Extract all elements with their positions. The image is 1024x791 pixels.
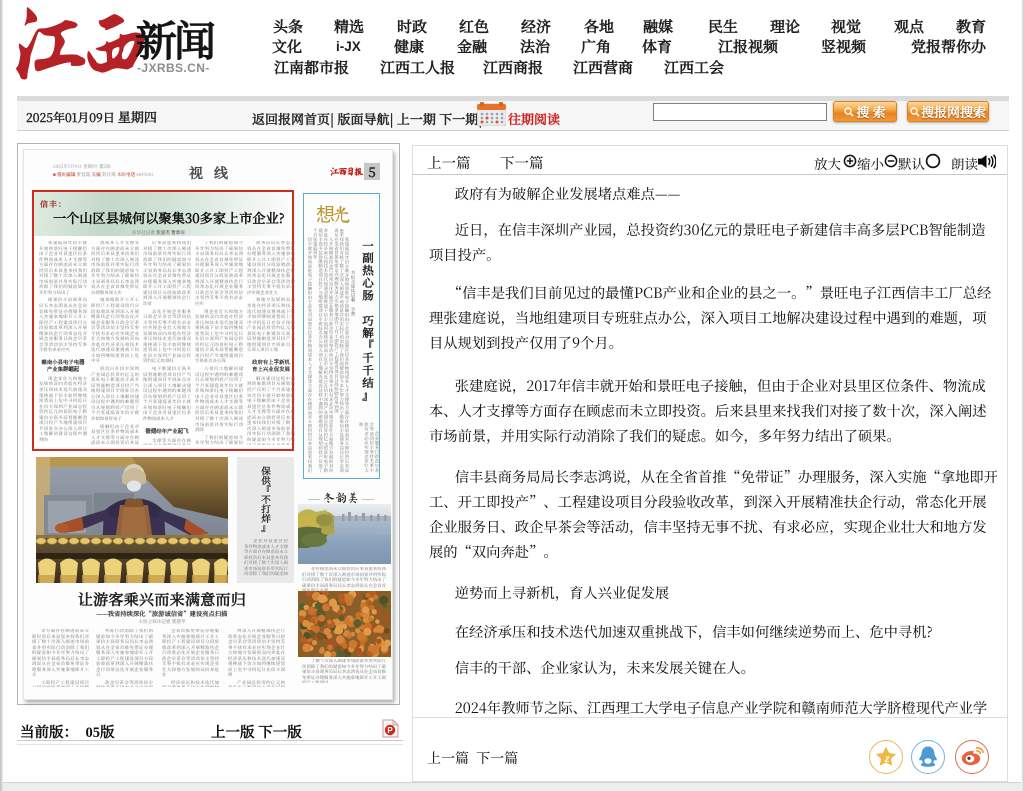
svg-text:z: z bbox=[884, 754, 890, 765]
svg-text:P: P bbox=[387, 726, 393, 735]
